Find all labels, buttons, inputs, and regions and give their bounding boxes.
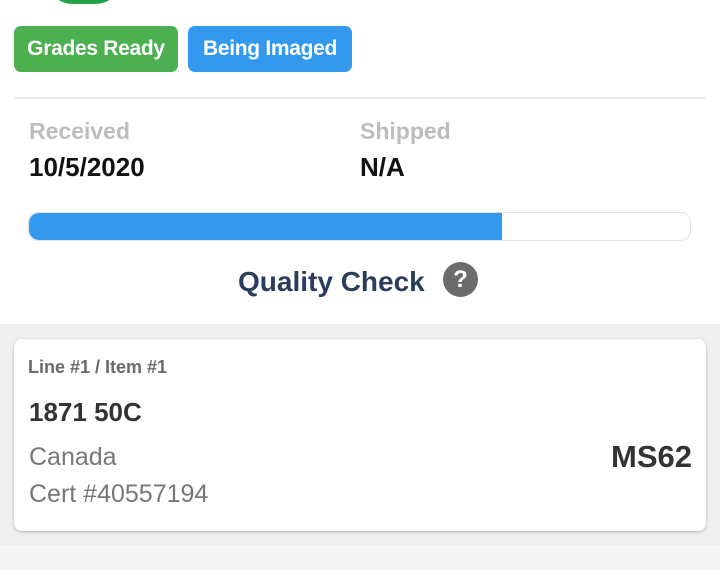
status-row: Quality Check ? — [0, 262, 720, 302]
progress-bar — [28, 212, 691, 241]
status-circle-icon — [42, 0, 126, 4]
received-label: Received — [29, 118, 131, 144]
question-circle-icon[interactable]: ? — [443, 262, 478, 297]
bottom-strip — [0, 545, 720, 570]
status-badges: Grades Ready Being Imaged — [14, 26, 352, 72]
coin-country: Canada — [29, 443, 117, 471]
coin-title: 1871 50C — [29, 397, 142, 427]
grades-ready-badge: Grades Ready — [14, 26, 178, 72]
cert-number: Cert #40557194 — [29, 480, 209, 508]
shipped-label: Shipped — [360, 118, 451, 144]
grade-value: MS62 — [611, 439, 692, 474]
progress-bar-fill — [29, 213, 503, 240]
shipped-date: N/A — [360, 152, 405, 182]
divider — [14, 97, 706, 99]
line-item-label: Line #1 / Item #1 — [28, 357, 168, 377]
item-card[interactable]: Line #1 / Item #1 1871 50C Canada Cert #… — [14, 339, 706, 531]
being-imaged-badge: Being Imaged — [188, 26, 352, 72]
received-date: 10/5/2020 — [29, 152, 145, 182]
status-label: Quality Check — [238, 266, 425, 297]
